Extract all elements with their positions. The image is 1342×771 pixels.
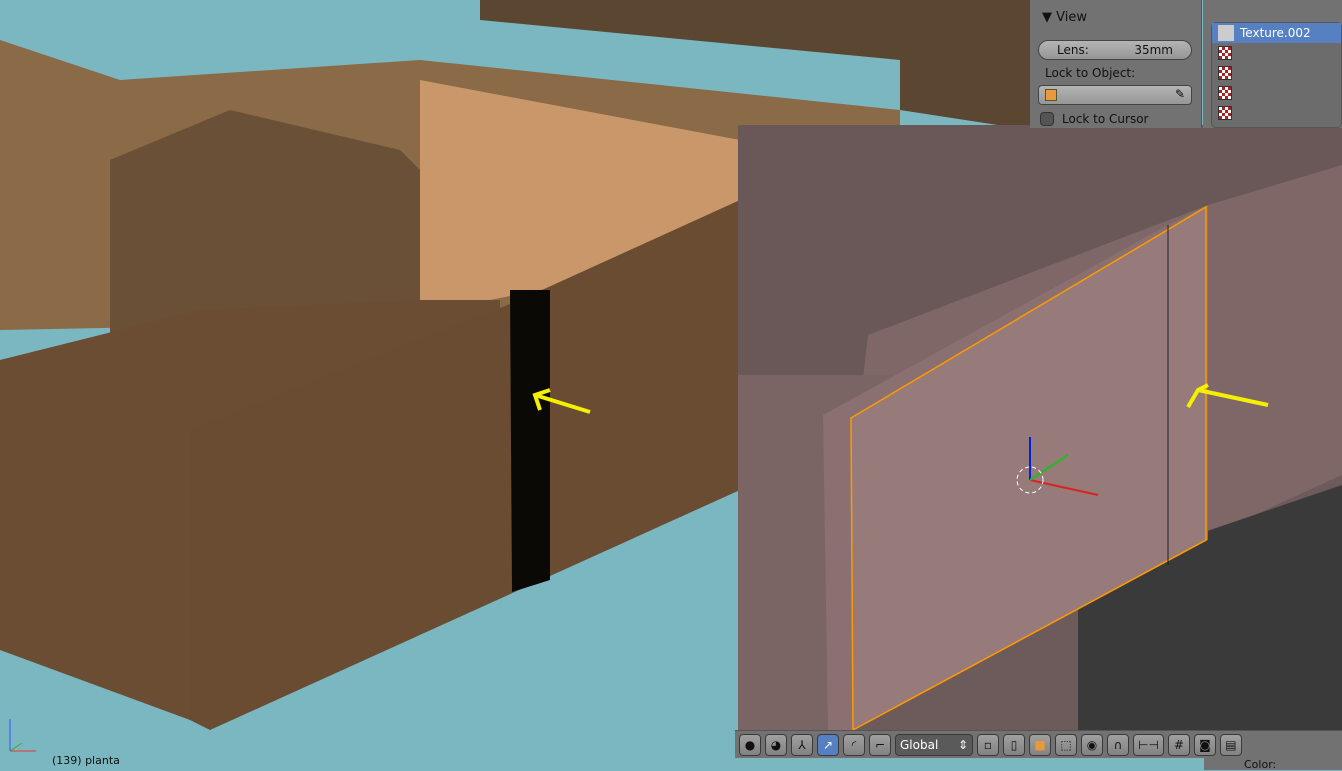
rotate-icon[interactable]: ◜ [843, 733, 865, 756]
shading-dropdown[interactable]: ● [739, 733, 761, 756]
occlude-geometry-icon[interactable]: ⬚ [1055, 733, 1077, 756]
proportional-edit-icon[interactable]: ◉ [1081, 733, 1103, 756]
snap-magnet-icon[interactable]: ∩ [1107, 733, 1129, 756]
scale-icon[interactable]: ⌐ [869, 733, 891, 756]
checker-texture-icon [1218, 106, 1232, 120]
texture-item[interactable] [1212, 43, 1341, 63]
texture-icon [1218, 25, 1234, 41]
texture-item[interactable] [1212, 63, 1341, 83]
clapper-icon[interactable]: ▤ [1219, 733, 1242, 756]
viewport-status: (139) planta [52, 754, 120, 767]
lock-cursor-label: Lock to Cursor [1062, 112, 1149, 126]
texture-item[interactable] [1212, 103, 1341, 123]
cube-icon [1045, 89, 1057, 101]
orientation-dropdown[interactable]: Global ⇕ [895, 733, 973, 756]
inset-viewport[interactable] [738, 125, 1342, 730]
snap-grid-icon[interactable]: # [1167, 733, 1190, 756]
view-panel: ▼ View Lens: 35mm Lock to Object: ✎ Lock … [1030, 0, 1202, 128]
texture-item[interactable] [1212, 83, 1341, 103]
lens-field[interactable]: Lens: 35mm [1038, 40, 1192, 60]
render-icon[interactable]: ◙ [1193, 733, 1216, 756]
snap-element-icon[interactable]: ⊢⊣ [1133, 733, 1164, 756]
translate-icon[interactable]: ↗ [817, 733, 839, 756]
color-property[interactable]: Color: [1204, 758, 1342, 771]
edge-select-icon[interactable]: ▯ [1003, 733, 1025, 756]
face-select-icon[interactable]: ■ [1029, 733, 1051, 756]
texture-list[interactable]: Texture.002 [1211, 22, 1342, 128]
checker-texture-icon [1218, 46, 1232, 60]
texture-panel: Texture.002 [1203, 0, 1342, 128]
pivot-dropdown[interactable]: ◕ [765, 733, 787, 756]
lock-object-field[interactable]: ✎ [1038, 85, 1192, 105]
checker-texture-icon [1218, 86, 1232, 100]
axis-gizmo-icon [9, 719, 36, 752]
viewport-header: ● ◕ ⅄ ↗ ◜ ⌐ Global ⇕ ▫ ▯ ■ ⬚ ◉ ∩ ⊢⊣ # ◙ ▤ [735, 730, 1342, 758]
view-panel-header[interactable]: ▼ View [1042, 10, 1087, 25]
lock-object-label: Lock to Object: [1045, 66, 1136, 80]
texture-item[interactable]: Texture.002 [1212, 23, 1341, 43]
checker-texture-icon [1218, 66, 1232, 80]
manipulator-toggle-icon[interactable]: ⅄ [791, 733, 813, 756]
gap-artifact [510, 290, 550, 592]
lock-cursor-checkbox[interactable] [1040, 112, 1054, 126]
vertex-select-icon[interactable]: ▫ [977, 733, 999, 756]
eyedropper-icon[interactable]: ✎ [1175, 87, 1185, 101]
